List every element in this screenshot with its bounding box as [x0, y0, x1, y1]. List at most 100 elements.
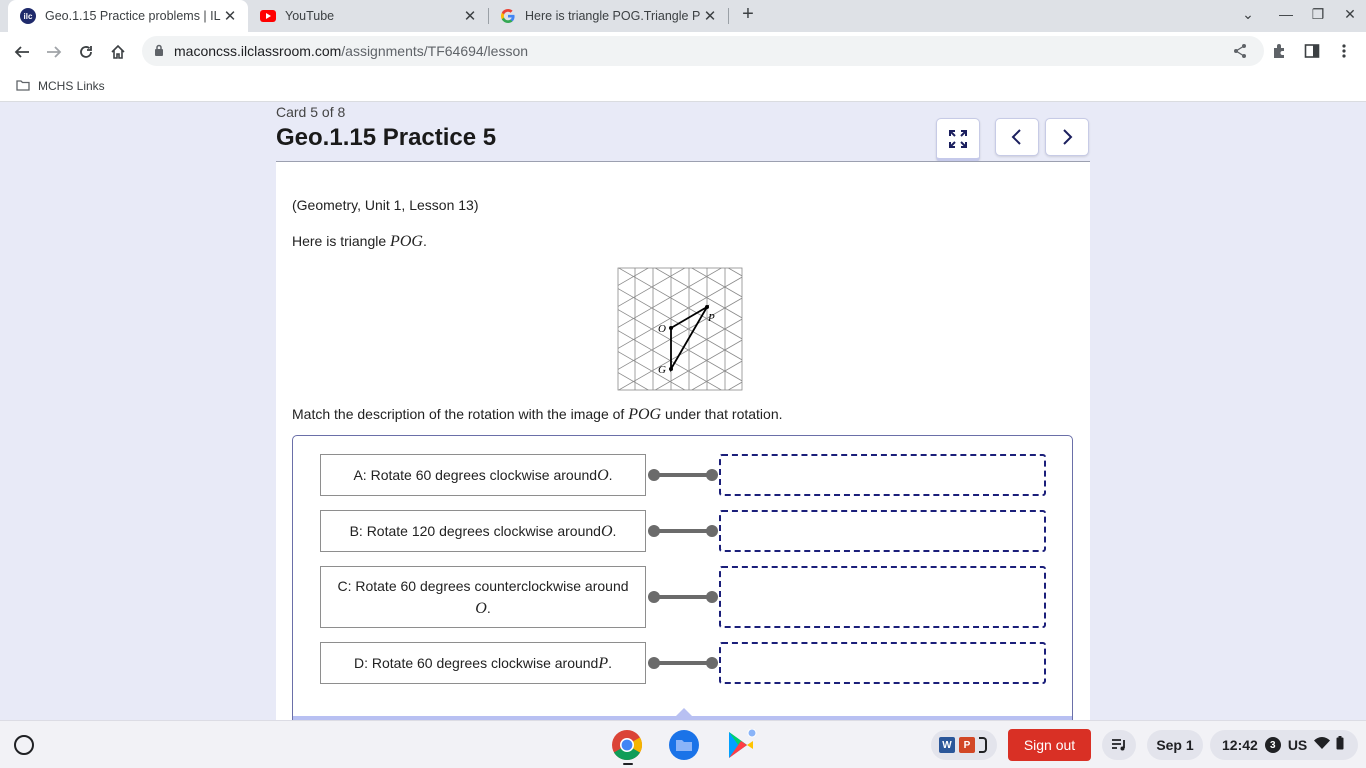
drop-zone-c[interactable] — [719, 566, 1046, 628]
tab-title: Here is triangle POG.Triangle P C — [525, 9, 702, 23]
reload-icon[interactable] — [75, 41, 97, 63]
restore-icon[interactable]: ❐ — [1308, 6, 1328, 23]
match-end: . — [608, 654, 613, 671]
intro-math: POG — [390, 233, 423, 250]
match-math: O — [597, 466, 609, 484]
match-item-d[interactable]: D: Rotate 60 degrees clockwise aroundP. — [320, 642, 646, 684]
intro-end: . — [422, 233, 427, 249]
bookmarks-bar: MCHS Links — [0, 70, 1366, 102]
files-icon[interactable] — [668, 729, 700, 761]
match-end: . — [486, 599, 491, 616]
tab-youtube[interactable]: YouTube ✕ — [248, 0, 488, 32]
connector-c[interactable] — [648, 591, 718, 603]
back-arrow-icon[interactable] — [11, 41, 33, 63]
more-menu-icon[interactable] — [1335, 42, 1353, 60]
match-math: O — [475, 599, 487, 617]
label-o: O — [658, 323, 666, 335]
isometric-grid — [618, 268, 742, 390]
connector-b[interactable] — [648, 525, 718, 537]
match-text: D: Rotate 60 degrees clockwise around — [353, 654, 599, 671]
close-tab-icon[interactable]: ✕ — [222, 7, 238, 25]
bookmark-folder-mchs[interactable]: MCHS Links — [16, 79, 105, 93]
label-p: P — [707, 312, 715, 324]
match-math: P — [598, 654, 609, 672]
notification-badge: 3 — [1264, 737, 1281, 753]
new-tab-icon[interactable]: + — [737, 4, 759, 26]
launcher-icon[interactable] — [14, 735, 34, 755]
drop-zone-b[interactable] — [719, 510, 1046, 552]
powerpoint-icon: P — [959, 737, 975, 753]
chrome-icon[interactable] — [611, 729, 643, 761]
url-host: maconcss.ilclassroom.com — [174, 43, 342, 59]
card-counter: Card 5 of 8 — [276, 104, 346, 120]
locale-text: US — [1287, 737, 1308, 753]
lesson-page: Card 5 of 8 Geo.1.15 Practice 5 (Geometr… — [0, 102, 1366, 720]
match-prompt: Match the description of the rotation wi… — [292, 406, 783, 424]
side-panel-icon[interactable] — [1303, 42, 1321, 60]
tab-title: YouTube — [285, 9, 335, 23]
intro-text: Here is triangle — [292, 233, 391, 249]
minimize-icon[interactable]: — — [1276, 6, 1296, 22]
tab-title: Geo.1.15 Practice problems | IL C — [45, 9, 222, 23]
status-tray[interactable]: 12:42 3 US — [1210, 730, 1358, 760]
match-item-c[interactable]: C: Rotate 60 degrees counterclockwise ar… — [320, 566, 646, 628]
expand-icon — [949, 129, 967, 148]
close-tab-icon[interactable]: ✕ — [702, 7, 718, 25]
match-item-a[interactable]: A: Rotate 60 degrees clockwise aroundO. — [320, 454, 646, 496]
folder-icon — [16, 80, 30, 91]
label-g: G — [658, 364, 666, 376]
home-icon[interactable] — [107, 41, 129, 63]
office-apps-pod[interactable]: W P — [931, 730, 997, 760]
match-text: A: Rotate 60 degrees clockwise around — [353, 466, 598, 483]
tab-search-chevron-icon[interactable]: ⌄ — [1238, 6, 1258, 23]
fullscreen-button[interactable] — [936, 118, 980, 162]
drop-zone-d[interactable] — [719, 642, 1046, 684]
media-controls-button[interactable] — [1102, 730, 1136, 760]
prompt-text: Match the description of the rotation wi… — [292, 406, 629, 422]
lock-icon — [154, 43, 166, 59]
matching-activity: A: Rotate 60 degrees clockwise aroundO. … — [292, 435, 1073, 720]
battery-icon — [1336, 735, 1344, 755]
wifi-icon — [1314, 736, 1331, 754]
previous-card-button[interactable] — [995, 118, 1039, 156]
browser-toolbar: maconcss.ilclassroom.com/assignments/TF6… — [0, 32, 1366, 70]
date-text: Sep 1 — [1156, 737, 1194, 753]
address-bar[interactable]: maconcss.ilclassroom.com/assignments/TF6… — [142, 36, 1264, 66]
match-text: C: Rotate 60 degrees counterclockwise ar… — [337, 577, 629, 594]
playlist-icon — [1112, 739, 1125, 751]
clock-text: 12:42 — [1222, 737, 1258, 753]
app-icon — [979, 737, 987, 753]
forward-arrow-icon[interactable] — [43, 41, 65, 63]
sign-out-button[interactable]: Sign out — [1008, 729, 1091, 761]
close-window-icon[interactable]: ✕ — [1340, 6, 1360, 23]
date-tray[interactable]: Sep 1 — [1147, 730, 1203, 760]
tab-strip: ilc Geo.1.15 Practice problems | IL C ✕ … — [0, 0, 1366, 32]
tab-ilclassroom[interactable]: ilc Geo.1.15 Practice problems | IL C ✕ — [8, 0, 248, 32]
page-title: Geo.1.15 Practice 5 — [276, 124, 497, 151]
tab-separator — [728, 8, 729, 24]
chevron-left-icon — [1011, 129, 1021, 145]
share-icon[interactable] — [1231, 42, 1249, 60]
close-tab-icon[interactable]: ✕ — [462, 7, 478, 25]
os-shelf: W P Sign out Sep 1 12:42 3 US — [0, 720, 1366, 768]
next-card-button[interactable] — [1045, 118, 1089, 156]
play-store-icon[interactable] — [724, 728, 757, 761]
connector-d[interactable] — [648, 657, 718, 669]
match-end: . — [612, 522, 617, 539]
extensions-icon[interactable] — [1271, 42, 1289, 60]
match-text: B: Rotate 120 degrees clockwise around — [349, 522, 601, 539]
youtube-icon — [260, 8, 276, 24]
tab-google[interactable]: Here is triangle POG.Triangle P C ✕ — [488, 0, 728, 32]
bookmark-label: MCHS Links — [38, 78, 105, 93]
drop-zone-a[interactable] — [719, 454, 1046, 496]
card-content: (Geometry, Unit 1, Lesson 13) Here is tr… — [276, 162, 1090, 720]
url-path: /assignments/TF64694/lesson — [341, 43, 529, 59]
chevron-right-icon — [1063, 129, 1073, 145]
match-item-b[interactable]: B: Rotate 120 degrees clockwise aroundO. — [320, 510, 646, 552]
connector-a[interactable] — [648, 469, 718, 481]
word-icon: W — [939, 737, 955, 753]
prompt-math: POG — [628, 406, 662, 423]
google-icon — [500, 8, 516, 24]
active-app-indicator — [623, 763, 633, 765]
ilc-icon: ilc — [20, 8, 36, 24]
